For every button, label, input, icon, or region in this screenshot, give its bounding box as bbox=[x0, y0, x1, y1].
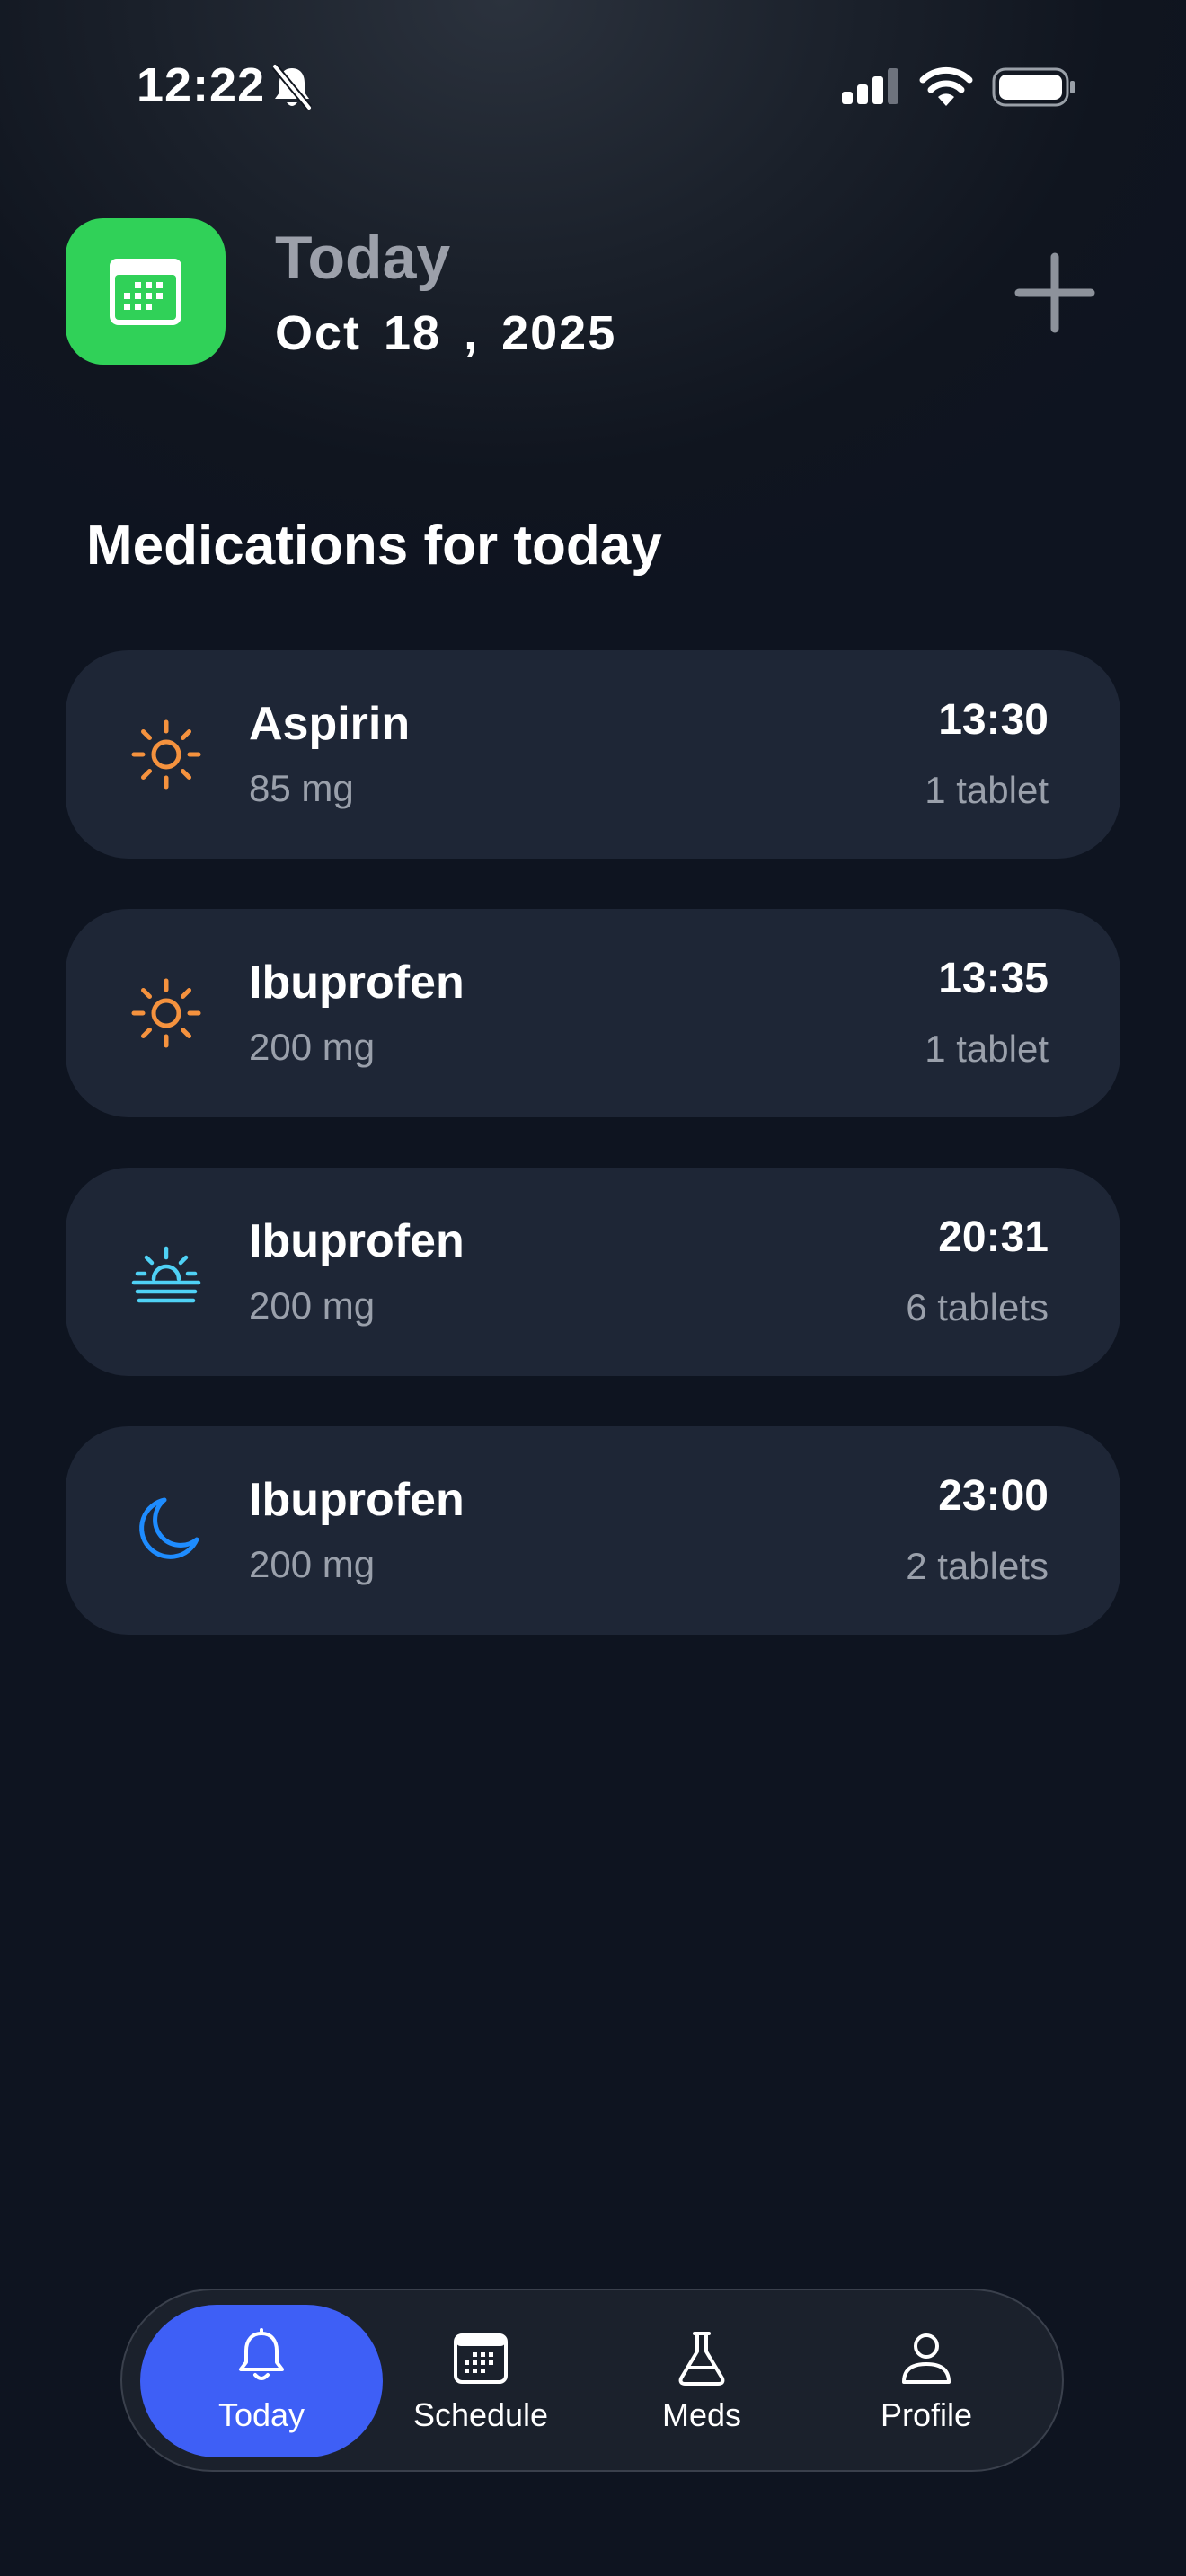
medication-card[interactable]: Aspirin 85 mg 13:30 1 tablet bbox=[66, 650, 1120, 859]
tab-today[interactable]: Today bbox=[140, 2305, 383, 2457]
bell-icon bbox=[239, 2328, 284, 2380]
tab-label: Schedule bbox=[412, 2396, 549, 2433]
medication-time: 13:30 bbox=[938, 696, 1049, 744]
moon-icon bbox=[139, 1497, 199, 1559]
medication-dose: 85 mg bbox=[249, 767, 354, 809]
tab-profile[interactable]: Profile bbox=[805, 2305, 1048, 2457]
medication-quantity: 2 tablets bbox=[906, 1545, 1049, 1587]
tab-schedule[interactable]: Schedule bbox=[359, 2305, 602, 2457]
signal-icon bbox=[842, 68, 898, 104]
page-title: Today bbox=[275, 224, 451, 292]
person-icon bbox=[902, 2333, 951, 2384]
medication-quantity: 6 tablets bbox=[906, 1286, 1049, 1328]
medication-dose: 200 mg bbox=[249, 1284, 376, 1327]
medication-name: Ibuprofen bbox=[249, 1215, 465, 1267]
medication-time: 13:35 bbox=[938, 955, 1049, 1002]
add-button[interactable] bbox=[1012, 250, 1098, 336]
medication-name: Ibuprofen bbox=[249, 1474, 465, 1526]
medication-time: 20:31 bbox=[938, 1213, 1049, 1261]
tab-label: Profile bbox=[880, 2396, 973, 2433]
bell-off-icon bbox=[271, 64, 313, 110]
medication-quantity: 1 tablet bbox=[925, 1028, 1049, 1070]
medication-name: Ibuprofen bbox=[249, 957, 465, 1009]
sun-icon bbox=[131, 719, 201, 790]
sunset-icon bbox=[131, 1246, 201, 1303]
medication-time: 23:00 bbox=[938, 1472, 1049, 1520]
tab-bar: Today Schedule Meds Profile bbox=[120, 2289, 1064, 2472]
current-date: Oct 18 , 2025 bbox=[275, 306, 617, 360]
tab-meds[interactable]: Meds bbox=[580, 2305, 823, 2457]
medication-dose: 200 mg bbox=[249, 1543, 376, 1585]
calendar-icon bbox=[454, 2333, 508, 2384]
battery-icon bbox=[992, 67, 1075, 107]
medication-quantity: 1 tablet bbox=[925, 769, 1049, 811]
medication-card[interactable]: Ibuprofen 200 mg 13:35 1 tablet bbox=[66, 909, 1120, 1117]
wifi-icon bbox=[919, 66, 973, 106]
section-title: Medications for today bbox=[86, 515, 662, 577]
calendar-icon bbox=[110, 258, 181, 325]
plus-icon bbox=[1014, 252, 1095, 333]
medication-card[interactable]: Ibuprofen 200 mg 23:00 2 tablets bbox=[66, 1426, 1120, 1635]
tab-label: Meds bbox=[661, 2396, 742, 2433]
medication-dose: 200 mg bbox=[249, 1026, 376, 1068]
app-logo bbox=[66, 218, 226, 365]
sun-icon bbox=[131, 978, 201, 1048]
tab-label: Today bbox=[217, 2396, 305, 2433]
medication-name: Aspirin bbox=[249, 698, 411, 750]
status-time: 12:22 bbox=[137, 58, 266, 112]
flask-icon bbox=[678, 2332, 725, 2386]
medication-card[interactable]: Ibuprofen 200 mg 20:31 6 tablets bbox=[66, 1168, 1120, 1376]
